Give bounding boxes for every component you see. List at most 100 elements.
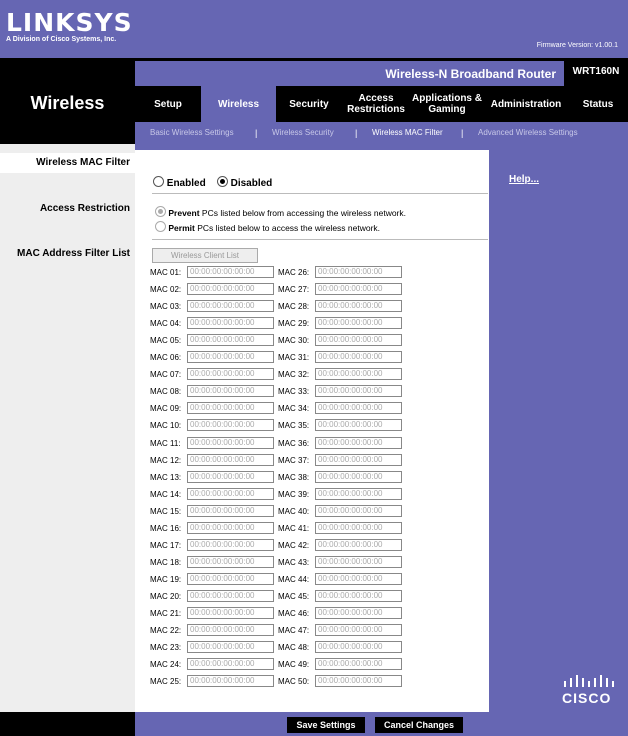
tab-administration[interactable]: Administration (484, 86, 568, 122)
mac-label: MAC 19: (150, 575, 182, 584)
mac-address-input[interactable]: 00:00:00:00:00:00 (315, 607, 402, 619)
subtab-advanced-wireless-settings[interactable]: Advanced Wireless Settings (478, 122, 578, 144)
tab-setup[interactable]: Setup (135, 86, 201, 122)
mac-label: MAC 38: (278, 473, 310, 482)
mac-address-input[interactable]: 00:00:00:00:00:00 (315, 488, 402, 500)
mac-address-input[interactable]: 00:00:00:00:00:00 (315, 641, 402, 653)
mac-label: MAC 43: (278, 558, 310, 567)
tab-applications-gaming[interactable]: Applications & Gaming (410, 86, 484, 122)
mac-label: MAC 13: (150, 473, 182, 482)
mac-label: MAC 20: (150, 592, 182, 601)
mac-address-input[interactable]: 00:00:00:00:00:00 (187, 300, 274, 312)
mac-label: MAC 08: (150, 387, 182, 396)
mac-address-input[interactable]: 00:00:00:00:00:00 (187, 505, 274, 517)
mac-address-input[interactable]: 00:00:00:00:00:00 (315, 283, 402, 295)
sub-tab-bar: Basic Wireless Settings | Wireless Secur… (135, 122, 628, 144)
mac-label: MAC 07: (150, 370, 182, 379)
mac-label: MAC 39: (278, 490, 310, 499)
tab-wireless[interactable]: Wireless (201, 86, 276, 122)
mac-address-input[interactable]: 00:00:00:00:00:00 (315, 437, 402, 449)
mac-label: MAC 50: (278, 677, 310, 686)
subtab-wireless-security[interactable]: Wireless Security (272, 122, 334, 144)
permit-bold: Permit (168, 223, 195, 233)
mac-address-input[interactable]: 00:00:00:00:00:00 (187, 573, 274, 585)
mac-label: MAC 27: (278, 285, 310, 294)
enabled-label: Enabled (166, 178, 206, 189)
mac-address-input[interactable]: 00:00:00:00:00:00 (187, 385, 274, 397)
mac-address-input[interactable]: 00:00:00:00:00:00 (315, 573, 402, 585)
mac-address-input[interactable]: 00:00:00:00:00:00 (187, 368, 274, 380)
logo-subtitle: A Division of Cisco Systems, Inc. (6, 36, 117, 43)
mac-address-input[interactable]: 00:00:00:00:00:00 (187, 675, 274, 687)
mac-address-input[interactable]: 00:00:00:00:00:00 (315, 419, 402, 431)
wireless-client-list-button[interactable]: Wireless Client List (152, 248, 258, 263)
mac-address-input[interactable]: 00:00:00:00:00:00 (187, 402, 274, 414)
mac-label: MAC 24: (150, 660, 182, 669)
mac-address-input[interactable]: 00:00:00:00:00:00 (187, 454, 274, 466)
mac-address-input[interactable]: 00:00:00:00:00:00 (187, 641, 274, 653)
mac-address-input[interactable]: 00:00:00:00:00:00 (315, 300, 402, 312)
mac-address-input[interactable]: 00:00:00:00:00:00 (315, 317, 402, 329)
tab-status[interactable]: Status (568, 86, 628, 122)
mac-address-input[interactable]: 00:00:00:00:00:00 (315, 624, 402, 636)
mac-address-input[interactable]: 00:00:00:00:00:00 (187, 283, 274, 295)
mac-address-input[interactable]: 00:00:00:00:00:00 (315, 334, 402, 346)
mac-address-input[interactable]: 00:00:00:00:00:00 (187, 607, 274, 619)
subtab-basic-wireless-settings[interactable]: Basic Wireless Settings (150, 122, 234, 144)
mac-address-input[interactable]: 00:00:00:00:00:00 (315, 556, 402, 568)
mac-address-input[interactable]: 00:00:00:00:00:00 (187, 624, 274, 636)
enabled-radio[interactable] (153, 176, 164, 187)
save-settings-button[interactable]: Save Settings (287, 717, 365, 733)
mac-label: MAC 17: (150, 541, 182, 550)
footer-right (489, 712, 628, 736)
mac-address-input[interactable]: 00:00:00:00:00:00 (315, 454, 402, 466)
mac-address-input[interactable]: 00:00:00:00:00:00 (315, 539, 402, 551)
mac-address-input[interactable]: 00:00:00:00:00:00 (315, 351, 402, 363)
subtab-wireless-mac-filter[interactable]: Wireless MAC Filter (372, 122, 443, 144)
mac-address-input[interactable]: 00:00:00:00:00:00 (315, 402, 402, 414)
help-link[interactable]: Help... (509, 174, 539, 185)
prevent-radio[interactable] (155, 206, 166, 217)
mac-label: MAC 34: (278, 404, 310, 413)
mac-address-input[interactable]: 00:00:00:00:00:00 (315, 505, 402, 517)
mac-address-input[interactable]: 00:00:00:00:00:00 (187, 556, 274, 568)
mac-label: MAC 18: (150, 558, 182, 567)
mac-address-input[interactable]: 00:00:00:00:00:00 (315, 368, 402, 380)
cancel-changes-button[interactable]: Cancel Changes (375, 717, 463, 733)
permit-radio[interactable] (155, 221, 166, 232)
mac-address-input[interactable]: 00:00:00:00:00:00 (187, 488, 274, 500)
mac-label: MAC 29: (278, 319, 310, 328)
mac-address-input[interactable]: 00:00:00:00:00:00 (315, 471, 402, 483)
mac-address-input[interactable]: 00:00:00:00:00:00 (187, 317, 274, 329)
mac-label: MAC 23: (150, 643, 182, 652)
mac-label: MAC 21: (150, 609, 182, 618)
mac-address-input[interactable]: 00:00:00:00:00:00 (315, 590, 402, 602)
divider (152, 193, 488, 194)
mac-address-input[interactable]: 00:00:00:00:00:00 (187, 590, 274, 602)
mac-label: MAC 12: (150, 456, 182, 465)
mac-address-input[interactable]: 00:00:00:00:00:00 (187, 419, 274, 431)
mac-address-input[interactable]: 00:00:00:00:00:00 (187, 471, 274, 483)
mac-address-input[interactable]: 00:00:00:00:00:00 (187, 539, 274, 551)
tab-access-restrictions[interactable]: Access Restrictions (342, 86, 410, 122)
mac-label: MAC 10: (150, 421, 182, 430)
mac-address-input[interactable]: 00:00:00:00:00:00 (315, 266, 402, 278)
mac-label: MAC 45: (278, 592, 310, 601)
permit-option: Permit PCs listed below to access the wi… (155, 221, 380, 233)
disabled-radio[interactable] (216, 176, 228, 187)
mac-address-input[interactable]: 00:00:00:00:00:00 (187, 334, 274, 346)
mac-address-input[interactable]: 00:00:00:00:00:00 (187, 522, 274, 534)
mac-address-input[interactable]: 00:00:00:00:00:00 (315, 658, 402, 670)
mac-address-input[interactable]: 00:00:00:00:00:00 (187, 351, 274, 363)
mac-address-input[interactable]: 00:00:00:00:00:00 (315, 522, 402, 534)
mac-label: MAC 46: (278, 609, 310, 618)
mac-label: MAC 28: (278, 302, 310, 311)
mac-address-input[interactable]: 00:00:00:00:00:00 (187, 658, 274, 670)
tab-security[interactable]: Security (276, 86, 342, 122)
mac-address-input[interactable]: 00:00:00:00:00:00 (315, 385, 402, 397)
mac-address-input[interactable]: 00:00:00:00:00:00 (187, 266, 274, 278)
mac-address-input[interactable]: 00:00:00:00:00:00 (315, 675, 402, 687)
mac-address-input[interactable]: 00:00:00:00:00:00 (187, 437, 274, 449)
mac-label: MAC 01: (150, 268, 182, 277)
mac-label: MAC 09: (150, 404, 182, 413)
